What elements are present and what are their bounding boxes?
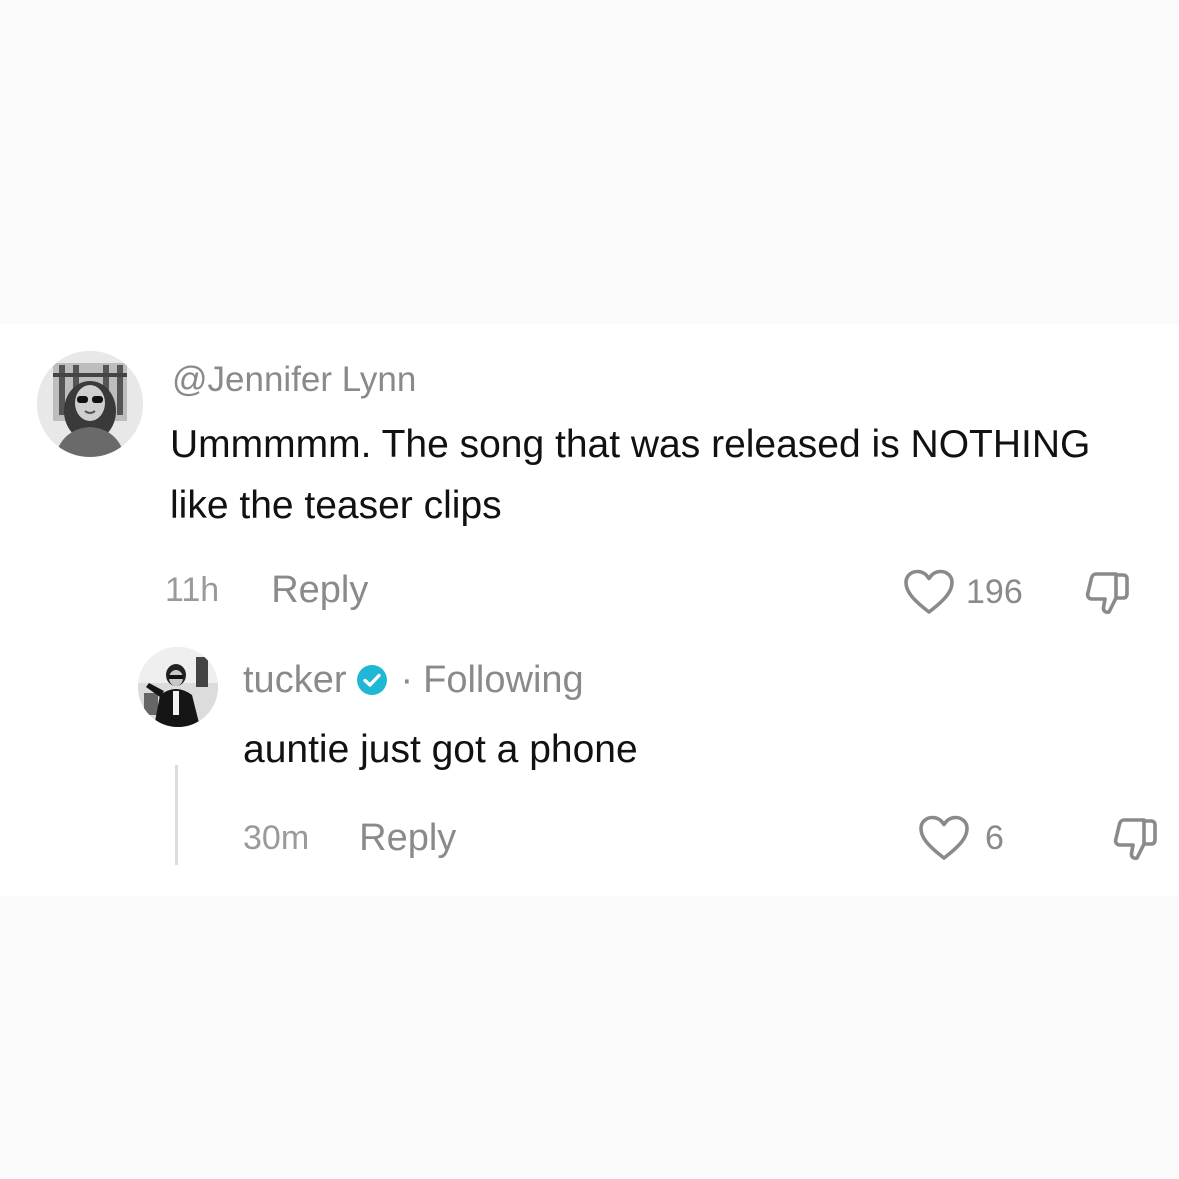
comment-like-button[interactable]: 196: [902, 566, 1023, 618]
comment-card: @Jennifer Lynn Ummmmm. The song that was…: [0, 324, 1179, 896]
reply-dislike-button[interactable]: [1110, 814, 1160, 864]
thumbs-down-icon: [1113, 818, 1157, 861]
heart-outline-icon: [917, 814, 971, 862]
comment-like-count: 196: [966, 572, 1023, 611]
avatar-photo-image: [37, 351, 143, 457]
reply-like-button[interactable]: 6: [917, 812, 1004, 864]
comment-author-avatar[interactable]: [37, 351, 143, 457]
page: @Jennifer Lynn Ummmmm. The song that was…: [0, 0, 1179, 1179]
comment-dislike-button[interactable]: [1082, 568, 1132, 618]
heart-outline-icon: [902, 568, 956, 616]
reply-author-avatar[interactable]: [138, 647, 218, 727]
reply-like-count: 6: [985, 818, 1004, 857]
thumbs-down-icon: [1085, 572, 1129, 615]
following-label[interactable]: Following: [423, 659, 584, 702]
comment-author-username[interactable]: @Jennifer Lynn: [172, 360, 416, 400]
reply-reply-button[interactable]: Reply: [359, 817, 456, 860]
reply-header: tucker · Following: [243, 658, 584, 702]
comment-reply-button[interactable]: Reply: [271, 569, 368, 612]
reply-text: auntie just got a phone: [243, 728, 638, 771]
comment-meta-row: 11h Reply: [165, 564, 368, 616]
avatar-photo-image: [138, 647, 218, 727]
comment-text: Ummmmm. The song that was released is NO…: [170, 423, 1091, 527]
reply-author-username[interactable]: tucker: [243, 659, 346, 702]
verified-badge-icon: [356, 664, 388, 696]
reply-meta-row: 30m Reply: [243, 812, 456, 864]
header-separator: ·: [400, 658, 414, 701]
thread-line: [175, 765, 178, 865]
comment-timestamp: 11h: [165, 570, 220, 609]
reply-timestamp: 30m: [243, 818, 310, 857]
